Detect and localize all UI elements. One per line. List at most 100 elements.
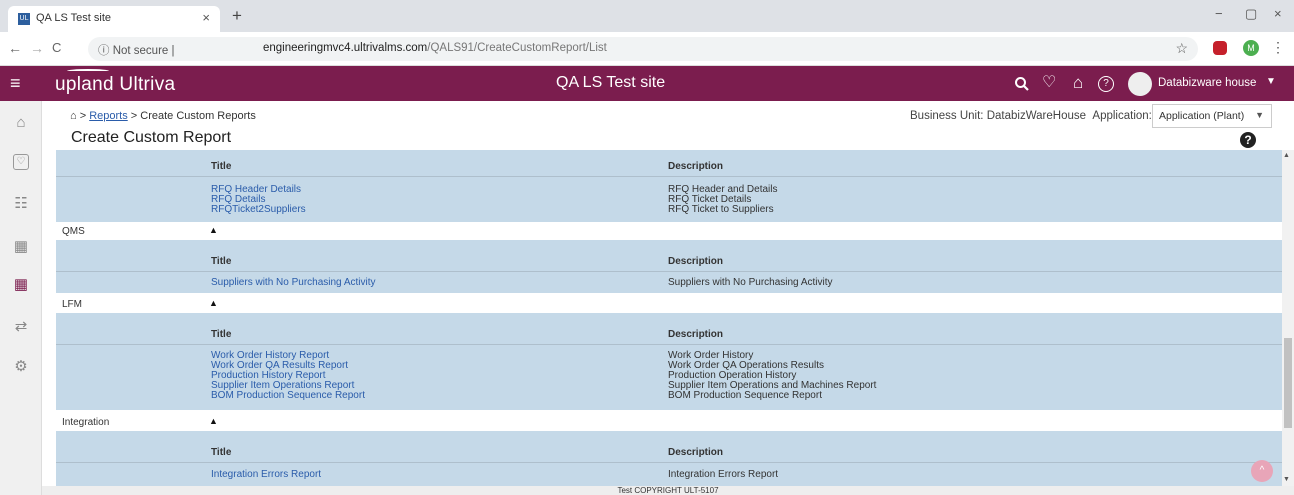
footer-copyright: Test COPYRIGHT ULT-5107 [42,486,1294,495]
report-description: BOM Production Sequence Report [668,390,822,401]
group-header-integration[interactable]: Integration ▲ [56,413,1282,431]
scroll-up-arrow-icon[interactable]: ▲ [1283,152,1290,159]
breadcrumb: ⌂ > Reports > Create Custom Reports [70,110,256,122]
address-bar: ← → C ⓘ Not secure | engineeringmvc4.ult… [0,32,1294,66]
section-band: Title Description Integration Errors Rep… [56,431,1282,486]
group-label: QMS [62,226,85,237]
report-link[interactable]: Supplier Item Operations Report [211,381,354,391]
report-description: Supplier Item Operations and Machines Re… [668,380,877,391]
sidebar-home-icon[interactable]: ⌂ [10,112,32,134]
extension-icon[interactable] [1213,41,1227,55]
report-link[interactable]: BOM Production Sequence Report [211,391,365,401]
help-circle-icon[interactable]: ? [1098,76,1114,92]
column-header-description: Description [668,161,724,172]
home-icon[interactable]: ⌂ [1073,74,1083,92]
sidebar-exchange-icon[interactable]: ⇄ [10,316,32,338]
browser-menu-icon[interactable]: ⋮ [1271,39,1285,56]
close-window-icon[interactable]: × [1274,6,1282,21]
help-icon[interactable]: ? [1240,132,1256,148]
sidebar-checklist-icon[interactable]: ☷ [10,193,32,215]
user-menu-caret-icon[interactable]: ▼ [1266,76,1276,87]
report-description: Suppliers with No Purchasing Activity [668,277,833,288]
table-header-row: Title Description [56,443,1282,463]
group-label: LFM [62,299,82,310]
report-link[interactable]: Integration Errors Report [211,470,321,480]
report-description: RFQ Header and Details [668,184,778,195]
browser-tab-bar: UL QA LS Test site × + − ▢ × [0,0,1294,32]
section-band: Title Description RFQ Header Details RFQ… [56,150,1282,224]
page-title: Create Custom Report [71,129,232,146]
report-link[interactable]: Work Order QA Results Report [211,361,348,371]
column-header-title: Title [211,256,232,267]
report-link[interactable]: RFQ Details [211,195,265,205]
chevron-down-icon: ▼ [1255,110,1264,120]
maximize-icon[interactable]: ▢ [1245,6,1257,22]
forward-icon[interactable]: → [30,40,44,56]
section-band: Title Description Suppliers with No Purc… [56,240,1282,293]
sidebar-reports-icon[interactable]: ▦ [10,274,32,296]
report-description: Work Order History [668,350,754,361]
tab-title: QA LS Test site [36,12,112,24]
ultriva-favicon-icon: UL [18,13,30,25]
report-description: RFQ Ticket Details [668,194,752,205]
url-field[interactable]: ⓘ Not secure | engineeringmvc4.ultrivalm… [88,37,1198,61]
scrollbar-thumb[interactable] [1284,338,1292,428]
report-link[interactable]: RFQ Header Details [211,185,301,195]
reload-icon[interactable]: C [52,40,61,55]
group-header-qms[interactable]: QMS ▲ [56,222,1282,240]
user-name[interactable]: Databizware house [1158,77,1256,89]
user-avatar[interactable] [1128,72,1152,96]
application-select-value: Application (Plant) [1159,110,1245,122]
tab-close-icon[interactable]: × [202,10,210,25]
new-tab-icon[interactable]: + [232,7,242,24]
breadcrumb-current: Create Custom Reports [140,110,256,122]
not-secure-label[interactable]: ⓘ Not secure | [98,42,175,58]
section-band: Title Description Work Order History Rep… [56,313,1282,410]
upland-ultriva-logo[interactable]: upland Ultriva [55,74,175,96]
report-description: RFQ Ticket to Suppliers [668,204,774,215]
sidebar-kanban-icon[interactable]: ▦ [10,236,32,258]
group-header-lfm[interactable]: LFM ▲ [56,295,1282,313]
vertical-scrollbar[interactable]: ▲ ▼ [1282,150,1294,486]
column-header-description: Description [668,256,724,267]
app-header: ≡ upland Ultriva QA LS Test site ♡ ⌂ ? D… [0,66,1294,101]
application-label: Application: [1092,110,1152,122]
business-unit-value: DatabizWareHouse [986,110,1087,122]
breadcrumb-separator: > [127,110,141,122]
report-link[interactable]: Work Order History Report [211,351,329,361]
column-header-title: Title [211,161,232,172]
url-text[interactable]: engineeringmvc4.ultrivalms.com/QALS91/Cr… [263,42,607,54]
collapse-toggle-icon[interactable]: ▲ [209,298,218,308]
browser-tab[interactable]: UL QA LS Test site × [8,6,220,32]
logo-swoosh [67,69,109,73]
business-unit-info: Business Unit: DatabizWareHouse Applicat… [910,110,1152,122]
favorite-icon[interactable]: ♡ [1042,74,1056,92]
report-link[interactable]: Suppliers with No Purchasing Activity [211,278,376,288]
application-select[interactable]: Application (Plant) ▼ [1152,104,1272,128]
table-header-row: Title Description [56,252,1282,272]
breadcrumb-reports-link[interactable]: Reports [89,110,128,122]
sidebar: ⌂ ♡ ☷ ▦ ▦ ⇄ ⚙ [0,101,42,495]
back-icon[interactable]: ← [8,40,22,56]
sidebar-settings-icon[interactable]: ⚙ [10,356,32,378]
menu-icon[interactable]: ≡ [10,74,21,92]
business-unit-label: Business Unit: [910,110,984,122]
table-header-row: Title Description [56,157,1282,177]
report-description: Production Operation History [668,370,797,381]
profile-avatar[interactable]: M [1243,40,1259,56]
group-label: Integration [62,417,110,428]
report-link[interactable]: RFQTicket2Suppliers [211,205,306,215]
column-header-title: Title [211,329,232,340]
collapse-toggle-icon[interactable]: ▲ [209,416,218,426]
sidebar-dashboard-icon[interactable]: ♡ [13,154,29,170]
reports-grid: Title Description RFQ Header Details RFQ… [56,150,1282,486]
scroll-down-arrow-icon[interactable]: ▼ [1283,476,1290,483]
minimize-icon[interactable]: − [1215,6,1223,21]
report-link[interactable]: Production History Report [211,371,326,381]
column-header-description: Description [668,447,724,458]
scroll-to-top-button[interactable]: ^ [1251,460,1273,482]
bookmark-star-icon[interactable]: ☆ [1175,40,1188,57]
search-icon[interactable] [1014,76,1030,92]
breadcrumb-home-icon[interactable]: ⌂ [70,110,77,122]
collapse-toggle-icon[interactable]: ▲ [209,225,218,235]
